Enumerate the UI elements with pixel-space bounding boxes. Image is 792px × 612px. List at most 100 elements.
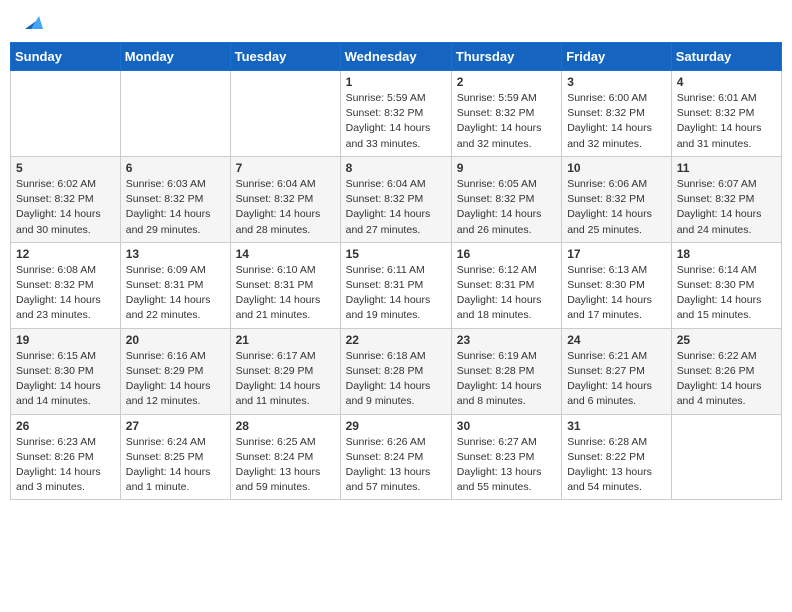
calendar-cell-content: Sunrise: 6:23 AMSunset: 8:26 PMDaylight:… [16, 435, 115, 496]
calendar-day-number: 11 [677, 161, 776, 175]
calendar-cell-content: Sunrise: 6:06 AMSunset: 8:32 PMDaylight:… [567, 177, 666, 238]
calendar-cell: 12Sunrise: 6:08 AMSunset: 8:32 PMDayligh… [11, 242, 121, 328]
calendar-cell: 19 Sunrise: 6:15 AMSunset: 8:30 PMDayligh… [11, 328, 121, 414]
calendar-cell-content: Sunrise: 5:59 AMSunset: 8:32 PMDaylight:… [346, 91, 446, 152]
calendar-cell-content: Sunrise: 6:21 AMSunset: 8:27 PMDaylight:… [567, 349, 666, 410]
calendar-cell: 17 Sunrise: 6:13 AMSunset: 8:30 PMDayligh… [562, 242, 672, 328]
calendar-cell-content: Sunrise: 6:17 AMSunset: 8:29 PMDaylight:… [236, 349, 335, 410]
calendar-cell [671, 414, 781, 500]
calendar-cell [11, 71, 121, 157]
calendar-cell-content: Sunrise: 6:01 AMSunset: 8:32 PMDaylight:… [677, 91, 776, 152]
calendar-cell-content: Sunrise: 6:18 AMSunset: 8:28 PMDaylight:… [346, 349, 446, 410]
calendar-day-number: 5 [16, 161, 115, 175]
calendar-cell: 14Sunrise: 6:10 AMSunset: 8:31 PMDayligh… [230, 242, 340, 328]
calendar-cell: 25Sunrise: 6:22 AMSunset: 8:26 PMDayligh… [671, 328, 781, 414]
calendar-cell-content: Sunrise: 6:07 AMSunset: 8:32 PMDaylight:… [677, 177, 776, 238]
calendar-day-number: 21 [236, 333, 335, 347]
calendar-day-number: 9 [457, 161, 556, 175]
calendar-cell [120, 71, 230, 157]
calendar-day-header: Thursday [451, 43, 561, 71]
calendar-day-number: 15 [346, 247, 446, 261]
calendar-cell: 8 Sunrise: 6:04 AMSunset: 8:32 PMDaylight… [340, 156, 451, 242]
calendar-day-number: 27 [126, 419, 225, 433]
calendar-day-header: Tuesday [230, 43, 340, 71]
calendar-cell-content: Sunrise: 6:12 AMSunset: 8:31 PMDaylight:… [457, 263, 556, 324]
calendar-cell: 21 Sunrise: 6:17 AMSunset: 8:29 PMDayligh… [230, 328, 340, 414]
calendar-cell: 6 Sunrise: 6:03 AMSunset: 8:32 PMDaylight… [120, 156, 230, 242]
calendar-cell: 15 Sunrise: 6:11 AMSunset: 8:31 PMDayligh… [340, 242, 451, 328]
calendar-cell-content: Sunrise: 6:15 AMSunset: 8:30 PMDaylight:… [16, 349, 115, 410]
calendar-day-number: 29 [346, 419, 446, 433]
calendar-day-number: 10 [567, 161, 666, 175]
calendar-day-number: 17 [567, 247, 666, 261]
calendar-cell-content: Sunrise: 6:26 AMSunset: 8:24 PMDaylight:… [346, 435, 446, 496]
calendar-day-number: 4 [677, 75, 776, 89]
calendar-cell: 28 Sunrise: 6:25 AMSunset: 8:24 PMDayligh… [230, 414, 340, 500]
calendar-cell-content: Sunrise: 6:00 AMSunset: 8:32 PMDaylight:… [567, 91, 666, 152]
calendar-day-number: 8 [346, 161, 446, 175]
calendar-cell: 9 Sunrise: 6:05 AMSunset: 8:32 PMDaylight… [451, 156, 561, 242]
calendar-cell: 10 Sunrise: 6:06 AMSunset: 8:32 PMDayligh… [562, 156, 672, 242]
calendar-day-number: 24 [567, 333, 666, 347]
calendar-day-number: 20 [126, 333, 225, 347]
calendar-day-number: 30 [457, 419, 556, 433]
calendar-day-header: Saturday [671, 43, 781, 71]
logo-icon [21, 11, 43, 33]
calendar-week-row: 12Sunrise: 6:08 AMSunset: 8:32 PMDayligh… [11, 242, 782, 328]
calendar-cell: 18Sunrise: 6:14 AMSunset: 8:30 PMDayligh… [671, 242, 781, 328]
calendar-week-row: 5Sunrise: 6:02 AMSunset: 8:32 PMDaylight… [11, 156, 782, 242]
calendar-day-number: 22 [346, 333, 446, 347]
calendar-week-row: 1 Sunrise: 5:59 AMSunset: 8:32 PMDaylight… [11, 71, 782, 157]
calendar-day-number: 31 [567, 419, 666, 433]
calendar-day-number: 12 [16, 247, 115, 261]
calendar-table: SundayMondayTuesdayWednesdayThursdayFrid… [10, 42, 782, 500]
calendar-cell: 5Sunrise: 6:02 AMSunset: 8:32 PMDaylight… [11, 156, 121, 242]
calendar-cell-content: Sunrise: 6:05 AMSunset: 8:32 PMDaylight:… [457, 177, 556, 238]
calendar-cell-content: Sunrise: 6:28 AMSunset: 8:22 PMDaylight:… [567, 435, 666, 496]
calendar-cell [230, 71, 340, 157]
logo [20, 15, 43, 27]
calendar-cell: 13Sunrise: 6:09 AMSunset: 8:31 PMDayligh… [120, 242, 230, 328]
calendar-cell-content: Sunrise: 6:19 AMSunset: 8:28 PMDaylight:… [457, 349, 556, 410]
page-header [10, 10, 782, 32]
calendar-day-header: Monday [120, 43, 230, 71]
calendar-cell-content: Sunrise: 6:13 AMSunset: 8:30 PMDaylight:… [567, 263, 666, 324]
calendar-day-number: 26 [16, 419, 115, 433]
calendar-day-number: 6 [126, 161, 225, 175]
calendar-day-number: 23 [457, 333, 556, 347]
calendar-cell-content: Sunrise: 6:04 AMSunset: 8:32 PMDaylight:… [236, 177, 335, 238]
calendar-day-number: 2 [457, 75, 556, 89]
calendar-day-header: Wednesday [340, 43, 451, 71]
calendar-cell-content: Sunrise: 6:14 AMSunset: 8:30 PMDaylight:… [677, 263, 776, 324]
calendar-cell-content: Sunrise: 6:11 AMSunset: 8:31 PMDaylight:… [346, 263, 446, 324]
calendar-cell: 3 Sunrise: 6:00 AMSunset: 8:32 PMDaylight… [562, 71, 672, 157]
calendar-cell: 2 Sunrise: 5:59 AMSunset: 8:32 PMDaylight… [451, 71, 561, 157]
calendar-cell: 24 Sunrise: 6:21 AMSunset: 8:27 PMDayligh… [562, 328, 672, 414]
calendar-day-header: Friday [562, 43, 672, 71]
calendar-cell-content: Sunrise: 6:27 AMSunset: 8:23 PMDaylight:… [457, 435, 556, 496]
calendar-cell: 26 Sunrise: 6:23 AMSunset: 8:26 PMDayligh… [11, 414, 121, 500]
calendar-cell: 1 Sunrise: 5:59 AMSunset: 8:32 PMDaylight… [340, 71, 451, 157]
calendar-day-number: 1 [346, 75, 446, 89]
calendar-cell-content: Sunrise: 5:59 AMSunset: 8:32 PMDaylight:… [457, 91, 556, 152]
calendar-cell: 23 Sunrise: 6:19 AMSunset: 8:28 PMDayligh… [451, 328, 561, 414]
calendar-cell: 29 Sunrise: 6:26 AMSunset: 8:24 PMDayligh… [340, 414, 451, 500]
calendar-cell: 4 Sunrise: 6:01 AMSunset: 8:32 PMDaylight… [671, 71, 781, 157]
calendar-week-row: 26 Sunrise: 6:23 AMSunset: 8:26 PMDayligh… [11, 414, 782, 500]
calendar-day-number: 28 [236, 419, 335, 433]
calendar-cell: 22 Sunrise: 6:18 AMSunset: 8:28 PMDayligh… [340, 328, 451, 414]
calendar-cell-content: Sunrise: 6:25 AMSunset: 8:24 PMDaylight:… [236, 435, 335, 496]
calendar-day-number: 3 [567, 75, 666, 89]
calendar-cell-content: Sunrise: 6:04 AMSunset: 8:32 PMDaylight:… [346, 177, 446, 238]
calendar-cell-content: Sunrise: 6:09 AMSunset: 8:31 PMDaylight:… [126, 263, 225, 324]
calendar-day-number: 14 [236, 247, 335, 261]
calendar-week-row: 19 Sunrise: 6:15 AMSunset: 8:30 PMDayligh… [11, 328, 782, 414]
calendar-cell: 31 Sunrise: 6:28 AMSunset: 8:22 PMDayligh… [562, 414, 672, 500]
calendar-cell: 27Sunrise: 6:24 AMSunset: 8:25 PMDayligh… [120, 414, 230, 500]
calendar-cell-content: Sunrise: 6:16 AMSunset: 8:29 PMDaylight:… [126, 349, 225, 410]
calendar-day-number: 16 [457, 247, 556, 261]
calendar-cell: 16 Sunrise: 6:12 AMSunset: 8:31 PMDayligh… [451, 242, 561, 328]
calendar-cell-content: Sunrise: 6:03 AMSunset: 8:32 PMDaylight:… [126, 177, 225, 238]
calendar-cell: 11 Sunrise: 6:07 AMSunset: 8:32 PMDayligh… [671, 156, 781, 242]
calendar-day-number: 19 [16, 333, 115, 347]
